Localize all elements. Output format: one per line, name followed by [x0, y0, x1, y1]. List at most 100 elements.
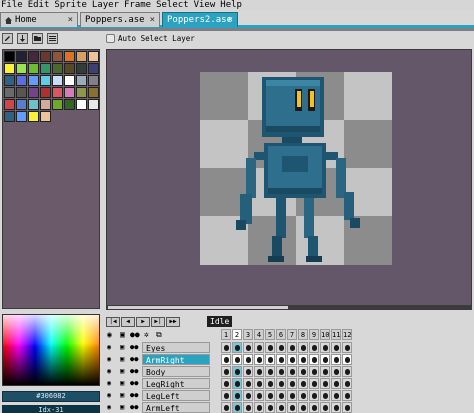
play-icon[interactable]: ▶ — [136, 317, 150, 327]
palette-swatch[interactable] — [88, 51, 99, 62]
palette-swatch[interactable] — [16, 87, 27, 98]
cel[interactable] — [320, 342, 330, 353]
cel[interactable] — [298, 378, 308, 389]
cel[interactable] — [309, 390, 319, 401]
frame-number[interactable]: 7 — [287, 329, 297, 340]
palette-swatch[interactable] — [40, 99, 51, 110]
layer-name[interactable]: ArmRight — [142, 354, 210, 365]
cel[interactable] — [276, 402, 286, 413]
palette-swatch[interactable] — [76, 99, 87, 110]
cel[interactable] — [276, 354, 286, 365]
cel[interactable] — [331, 354, 341, 365]
frame-number[interactable]: 12 — [342, 329, 352, 340]
arrow-down-icon[interactable] — [17, 33, 28, 44]
cel[interactable] — [232, 354, 242, 365]
menu-help[interactable]: Help — [218, 0, 245, 11]
cel[interactable] — [320, 366, 330, 377]
palette-swatch[interactable] — [28, 51, 39, 62]
tab-poppers2[interactable]: Poppers2.ase × — [162, 12, 238, 27]
cel[interactable] — [320, 390, 330, 401]
close-icon[interactable]: × — [228, 15, 233, 25]
palette-swatch[interactable] — [4, 63, 15, 74]
cel[interactable] — [276, 366, 286, 377]
cel[interactable] — [342, 378, 352, 389]
layer-row[interactable]: ◉ ▣ ●● ArmLeft — [106, 402, 472, 413]
lock-icon[interactable]: ▣ — [120, 343, 124, 352]
palette-swatch[interactable] — [4, 99, 15, 110]
palette-swatch[interactable] — [88, 75, 99, 86]
eye-icon[interactable]: ◉ — [107, 343, 111, 352]
cel[interactable] — [298, 390, 308, 401]
palette-swatch[interactable] — [16, 111, 27, 122]
eye-icon[interactable]: ◉ — [107, 330, 112, 339]
eye-icon[interactable]: ◉ — [107, 391, 111, 400]
cel[interactable] — [221, 366, 231, 377]
tag-idle[interactable]: Idle — [207, 316, 233, 327]
cel[interactable] — [254, 354, 264, 365]
cel[interactable] — [276, 378, 286, 389]
eye-icon[interactable]: ◉ — [107, 355, 111, 364]
lock-icon[interactable]: ▣ — [120, 403, 124, 412]
cel[interactable] — [232, 378, 242, 389]
cel[interactable] — [331, 402, 341, 413]
cel[interactable] — [221, 354, 231, 365]
cel[interactable] — [331, 342, 341, 353]
cel[interactable] — [320, 354, 330, 365]
layer-name[interactable]: LegLeft — [142, 390, 210, 401]
palette-swatch[interactable] — [76, 51, 87, 62]
tab-home[interactable]: Home × — [0, 12, 78, 27]
palette-swatch[interactable] — [52, 75, 63, 86]
lock-icon[interactable]: ▣ — [120, 367, 124, 376]
palette-swatch[interactable] — [28, 87, 39, 98]
cel[interactable] — [265, 366, 275, 377]
cel[interactable] — [331, 390, 341, 401]
cel[interactable] — [221, 390, 231, 401]
palette-swatch[interactable] — [4, 75, 15, 86]
cel[interactable] — [243, 378, 253, 389]
cel[interactable] — [320, 402, 330, 413]
color-index-field[interactable]: Idx-31 — [2, 405, 100, 413]
gear-icon[interactable]: ✲ — [144, 330, 149, 339]
tab-poppers[interactable]: Poppers.ase × — [80, 12, 160, 27]
cel[interactable] — [243, 390, 253, 401]
palette-swatch[interactable] — [76, 75, 87, 86]
cel[interactable] — [287, 354, 297, 365]
continuous-icon[interactable]: ●● — [130, 379, 138, 388]
cel[interactable] — [276, 390, 286, 401]
palette-swatch[interactable] — [40, 75, 51, 86]
cel[interactable] — [287, 402, 297, 413]
cel[interactable] — [287, 390, 297, 401]
menu-view[interactable]: View — [192, 0, 219, 11]
horizontal-scrollbar[interactable] — [106, 305, 472, 310]
cel[interactable] — [287, 342, 297, 353]
cel[interactable] — [232, 390, 242, 401]
cel[interactable] — [221, 378, 231, 389]
cel[interactable] — [298, 354, 308, 365]
palette-swatch[interactable] — [28, 111, 39, 122]
lock-icon[interactable]: ▣ — [120, 379, 124, 388]
frame-number[interactable]: 9 — [309, 329, 319, 340]
cel[interactable] — [221, 402, 231, 413]
palette-swatch[interactable] — [52, 63, 63, 74]
palette-swatch[interactable] — [28, 75, 39, 86]
palette-swatch[interactable] — [16, 99, 27, 110]
palette-swatch[interactable] — [64, 75, 75, 86]
eye-icon[interactable]: ◉ — [107, 379, 111, 388]
eye-icon[interactable]: ◉ — [107, 367, 111, 376]
eye-icon[interactable]: ◉ — [107, 403, 111, 412]
cel[interactable] — [243, 342, 253, 353]
cel[interactable] — [342, 390, 352, 401]
cel[interactable] — [265, 342, 275, 353]
cel[interactable] — [331, 366, 341, 377]
palette-swatch[interactable] — [40, 63, 51, 74]
auto-select-checkbox[interactable] — [106, 34, 115, 43]
link-icon[interactable]: ⧉ — [156, 330, 162, 339]
palette-swatch[interactable] — [28, 63, 39, 74]
next-frame-icon[interactable]: ▶| — [151, 317, 165, 327]
continuous-icon[interactable]: ●● — [130, 403, 138, 412]
palette-swatch[interactable] — [4, 111, 15, 122]
menu-layer[interactable]: Layer — [90, 0, 122, 11]
palette-swatch[interactable] — [76, 87, 87, 98]
cel[interactable] — [243, 366, 253, 377]
cel[interactable] — [265, 378, 275, 389]
